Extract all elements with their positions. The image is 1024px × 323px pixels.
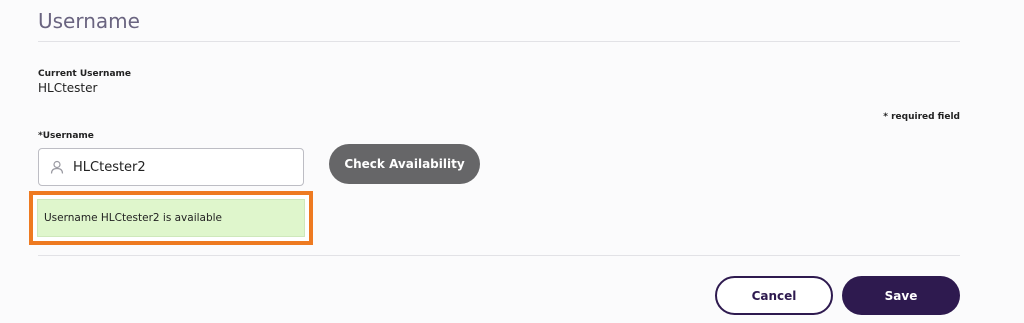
username-field-label: *Username (38, 131, 94, 141)
current-username-value: HLCtester (38, 81, 98, 95)
top-divider (38, 41, 960, 42)
username-input[interactable] (73, 159, 273, 175)
cancel-button[interactable]: Cancel (715, 276, 833, 315)
username-settings-page: Username Current Username HLCtester * re… (0, 0, 1024, 323)
username-input-wrapper[interactable] (38, 148, 304, 186)
availability-message: Username HLCtester2 is available (37, 199, 305, 237)
section-title: Username (38, 9, 140, 33)
required-field-note: * required field (883, 112, 960, 122)
current-username-label: Current Username (38, 69, 132, 79)
user-icon (49, 159, 65, 175)
save-button[interactable]: Save (842, 276, 960, 315)
check-availability-button[interactable]: Check Availability (329, 144, 480, 184)
bottom-divider (38, 255, 960, 256)
